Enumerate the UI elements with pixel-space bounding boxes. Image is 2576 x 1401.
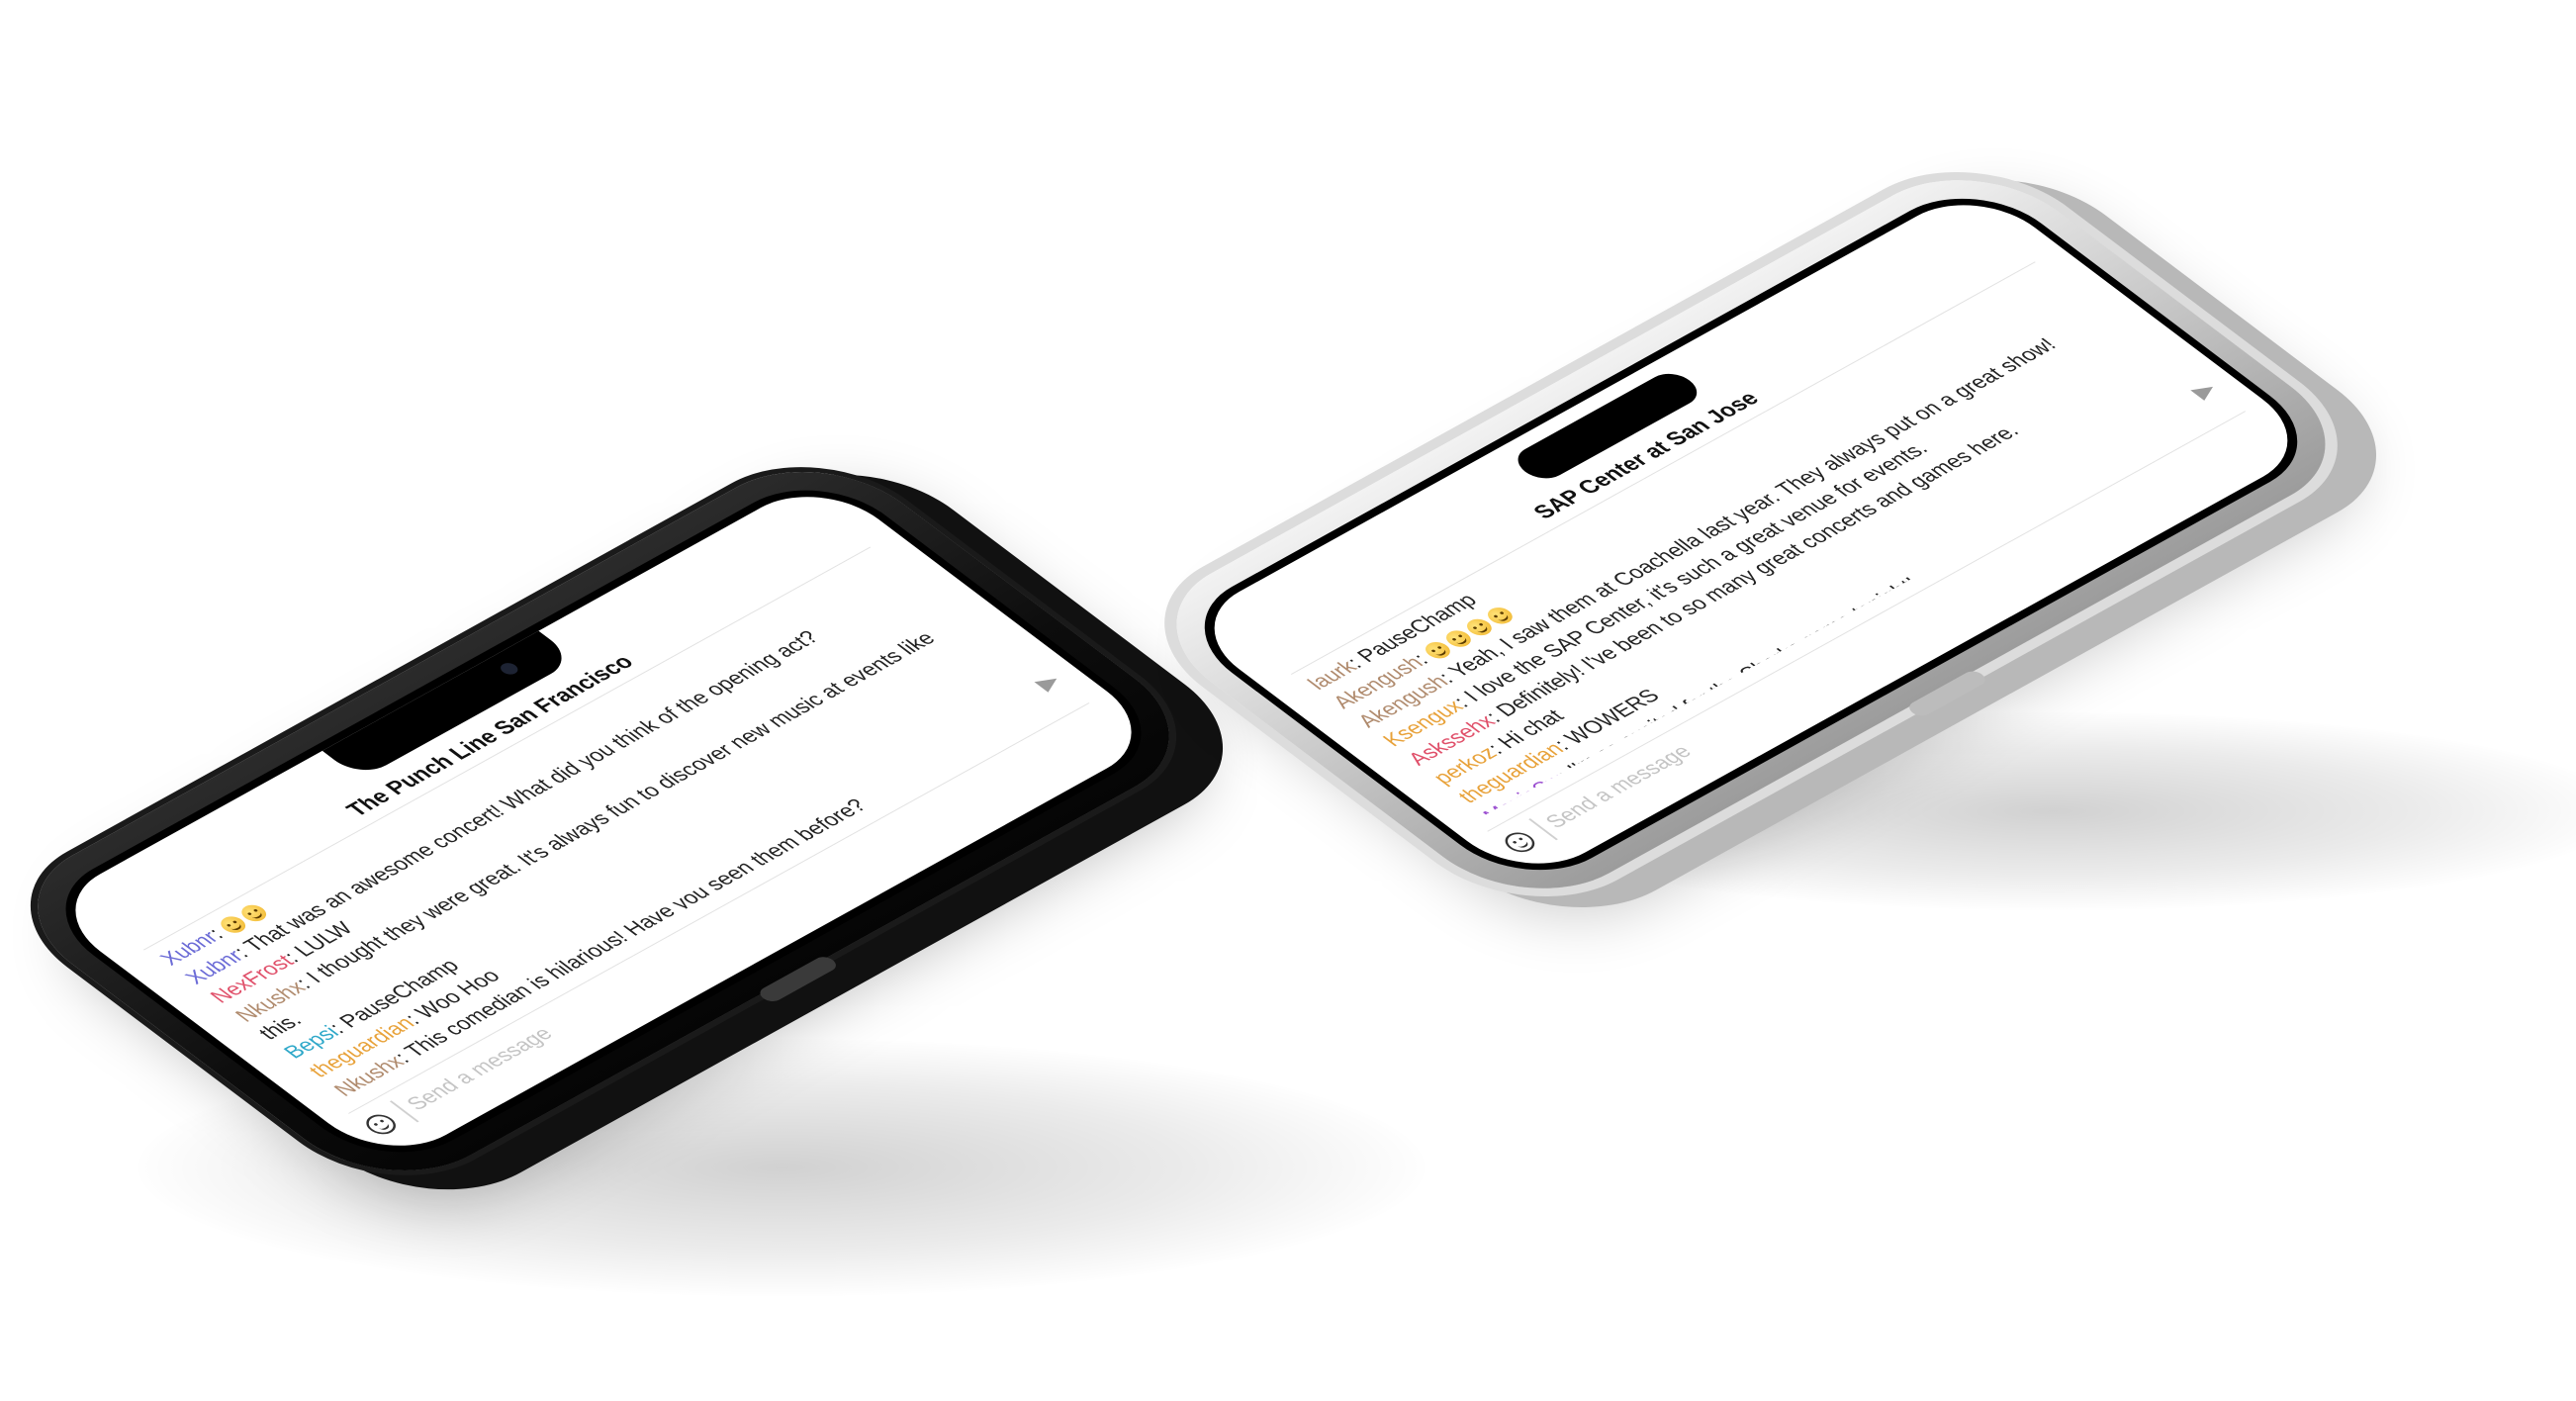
front-camera bbox=[497, 660, 521, 677]
smile-icon[interactable] bbox=[1499, 828, 1541, 856]
mockup-stage: The Punch Line San Francisco Xubnr: Xubn… bbox=[0, 0, 2576, 1401]
message-text: LUL bbox=[520, 1092, 574, 1098]
smile-icon[interactable] bbox=[360, 1110, 403, 1139]
